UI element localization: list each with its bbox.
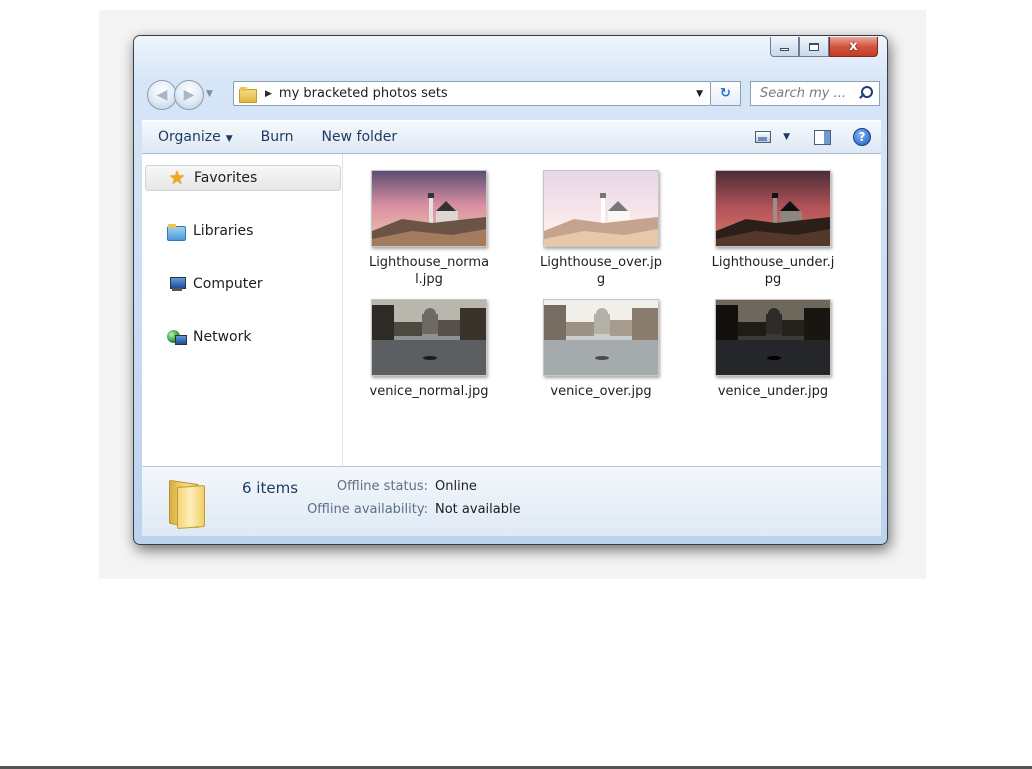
file-name: Lighthouse_under.jpg (711, 255, 835, 287)
nav-item-label: Libraries (193, 223, 254, 239)
file-name: Lighthouse_over.jpg (540, 255, 662, 287)
close-icon: x (849, 39, 858, 54)
file-item[interactable]: venice_under.jpg (691, 299, 855, 400)
recent-pages-dropdown[interactable]: ▼ (206, 89, 213, 99)
item-count: 6 items (242, 479, 299, 497)
address-dropdown-icon[interactable]: ▼ (696, 89, 703, 99)
minimize-button[interactable] (770, 37, 799, 57)
libraries-icon (167, 223, 186, 241)
venice-normal-thumbnail (371, 299, 487, 376)
star-icon: ★ (168, 166, 186, 189)
file-name: Lighthouse_normal.jpg (368, 255, 490, 287)
file-item[interactable]: venice_normal.jpg (347, 299, 511, 400)
search-input[interactable]: Search my ... (760, 86, 855, 101)
explorer-window: x ◀ ▶ ▼ ▶ my bracketed photos sets ▼ ↻ S… (133, 35, 888, 545)
forward-button[interactable]: ▶ (174, 80, 204, 110)
change-view-icon[interactable] (755, 131, 772, 143)
nav-item-label: Computer (193, 276, 263, 292)
back-arrow-icon: ◀ (156, 87, 168, 103)
maximize-button[interactable] (799, 37, 829, 57)
caption-buttons: x (770, 37, 878, 57)
offline-availability-label: Offline availability: (307, 502, 428, 517)
view-options-chevron-down-icon[interactable]: ▼ (783, 132, 790, 142)
offline-status-value: Online (435, 479, 477, 494)
view-controls: ▼ ? (755, 128, 871, 146)
breadcrumb-separator-icon[interactable]: ▶ (265, 89, 272, 99)
refresh-icon: ↻ (720, 86, 731, 101)
search-box[interactable]: Search my ... (750, 81, 880, 106)
refresh-button[interactable]: ↻ (711, 81, 741, 106)
command-bar: Organize ▼ Burn New folder ▼ ? (142, 120, 881, 154)
offline-availability-value: Not available (435, 502, 521, 517)
file-name: venice_over.jpg (550, 384, 652, 399)
offline-status-label: Offline status: (336, 479, 428, 494)
file-item[interactable]: Lighthouse_over.jpg (519, 170, 683, 288)
lighthouse-over-thumbnail (543, 170, 659, 247)
navigation-pane: ★ Favorites Libraries Computer Network (142, 154, 343, 466)
burn-button[interactable]: Burn (261, 129, 294, 145)
details-pane: 6 items Offline status: Online Offline a… (142, 466, 881, 536)
nav-item-favorites[interactable]: ★ Favorites (145, 165, 341, 191)
breadcrumb-current-folder[interactable]: my bracketed photos sets (279, 86, 448, 101)
computer-icon (167, 276, 186, 293)
nav-item-network[interactable]: Network (145, 324, 341, 350)
help-icon[interactable]: ? (853, 128, 871, 146)
organize-button[interactable]: Organize ▼ (158, 129, 233, 145)
network-icon (167, 329, 187, 346)
minimize-icon (780, 48, 789, 51)
venice-under-thumbnail (715, 299, 831, 376)
maximize-icon (809, 42, 819, 51)
back-button[interactable]: ◀ (147, 80, 177, 110)
address-bar[interactable]: ▶ my bracketed photos sets ▼ (233, 81, 711, 106)
search-icon[interactable] (855, 84, 875, 104)
file-name: venice_normal.jpg (369, 384, 489, 399)
file-name: venice_under.jpg (717, 384, 829, 399)
file-list: Lighthouse_normal.jpg Lighthouse_over.jp… (343, 154, 881, 466)
venice-over-thumbnail (543, 299, 659, 376)
nav-item-libraries[interactable]: Libraries (145, 218, 341, 244)
organize-label: Organize (158, 129, 221, 145)
lighthouse-under-thumbnail (715, 170, 831, 247)
folder-icon (167, 476, 207, 529)
nav-item-label: Favorites (194, 170, 258, 186)
file-item[interactable]: Lighthouse_under.jpg (691, 170, 855, 288)
navigation-bar: ◀ ▶ ▼ ▶ my bracketed photos sets ▼ ↻ Sea… (144, 79, 880, 113)
folder-icon (239, 86, 257, 103)
nav-item-computer[interactable]: Computer (145, 271, 341, 297)
preview-pane-icon[interactable] (814, 129, 831, 145)
file-item[interactable]: venice_over.jpg (519, 299, 683, 400)
lighthouse-normal-thumbnail (371, 170, 487, 247)
file-item[interactable]: Lighthouse_normal.jpg (347, 170, 511, 288)
forward-arrow-icon: ▶ (183, 87, 195, 103)
chevron-down-icon: ▼ (225, 134, 233, 144)
nav-item-label: Network (193, 329, 252, 345)
new-folder-button[interactable]: New folder (322, 129, 398, 145)
close-button[interactable]: x (829, 37, 878, 57)
